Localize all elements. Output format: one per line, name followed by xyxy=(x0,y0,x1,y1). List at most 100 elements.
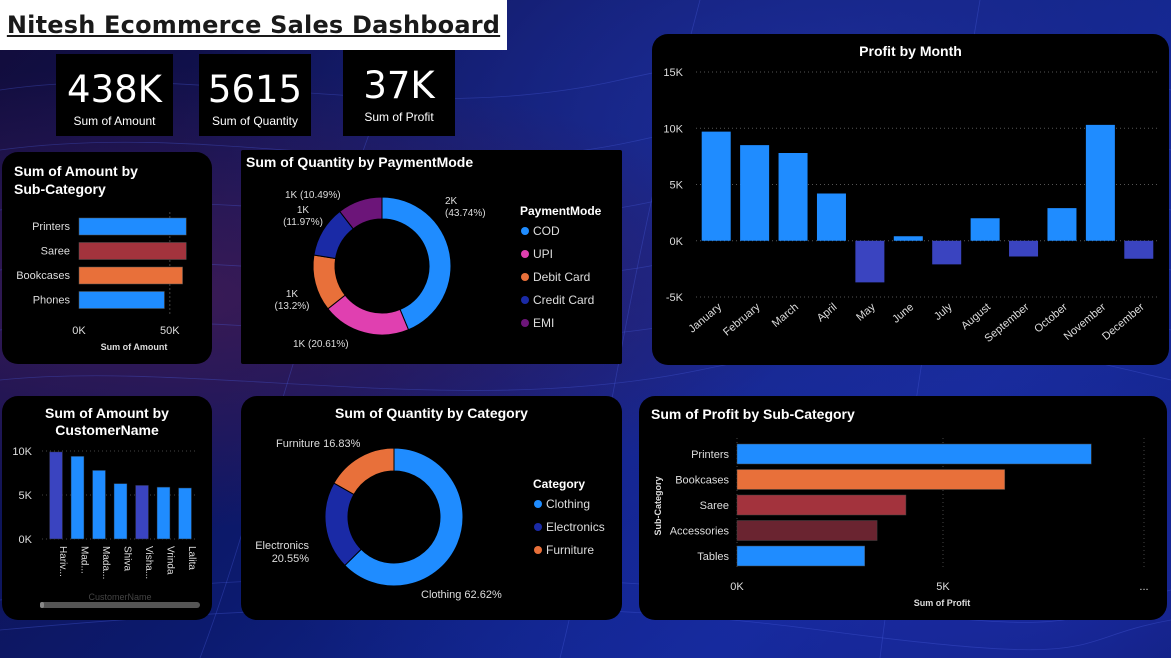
bar xyxy=(736,545,865,567)
kpi-card-amount[interactable]: 438K Sum of Amount xyxy=(56,54,173,136)
kpi-value: 5615 xyxy=(207,68,303,111)
kpi-card-profit[interactable]: 37K Sum of Profit xyxy=(343,50,455,136)
tick-label: 0K xyxy=(670,236,684,248)
legend-label: Clothing xyxy=(546,497,590,511)
legend-marker xyxy=(521,319,529,327)
chart-svg: Clothing 62.62% Electronics 20.55% Furnitur… xyxy=(255,438,605,601)
chart-svg: 2K (43.74%) 1K (20.61%) 1K (13.2%) 1K (11.97%)… xyxy=(274,190,602,350)
category-label: Bookcases xyxy=(675,475,729,487)
tick-label: Lalita xyxy=(186,546,197,570)
data-label: 1K (20.61%) xyxy=(293,339,349,350)
tick-label: -5K xyxy=(666,292,684,304)
tick-label: 0K xyxy=(72,325,86,337)
legend-marker xyxy=(534,523,542,531)
tick-label: December xyxy=(1100,301,1147,343)
legend-label: UPI xyxy=(533,247,553,261)
tick-label: Hariv... xyxy=(57,546,68,577)
chart-svg: 0K 5K 10K Hariv... Mad... Mada... Shiva Visha..… xyxy=(12,446,200,608)
kpi-card-quantity[interactable]: 5615 Sum of Quantity xyxy=(199,54,311,136)
bar xyxy=(932,240,962,265)
kpi-label: Sum of Profit xyxy=(364,110,434,124)
bar xyxy=(1085,124,1115,241)
axis-title: CustomerName xyxy=(88,592,151,602)
profit-by-subcategory-panel[interactable]: Sum of Profit by Sub-Category Printers Bo… xyxy=(639,396,1167,620)
legend-label: EMI xyxy=(533,316,554,330)
bar xyxy=(113,483,128,540)
bar xyxy=(736,443,1092,465)
chart-svg: Printers Bookcases Saree Accessories Tables 0… xyxy=(653,438,1149,608)
bar xyxy=(78,266,183,285)
data-label: 1K (13.2%) xyxy=(274,289,309,312)
chart-svg: -5K 0K 5K 10K 15K JanuaryFebruary March April Ma… xyxy=(663,67,1157,345)
tick-label: Vrinda xyxy=(165,546,176,575)
data-label: 2K (43.74%) xyxy=(445,196,486,219)
legend-marker xyxy=(521,296,529,304)
tick-label: August xyxy=(959,301,993,332)
scrollbar xyxy=(40,602,200,608)
pie-slice xyxy=(324,482,362,567)
legend-marker xyxy=(521,227,529,235)
axis-title: Sub-Category xyxy=(653,476,663,535)
legend-label: Debit Card xyxy=(533,270,590,284)
data-label: Clothing 62.62% xyxy=(421,589,502,601)
category-label: Printers xyxy=(32,221,70,233)
bar xyxy=(816,193,846,241)
bar xyxy=(92,470,106,540)
data-label: Electronics 20.55% xyxy=(255,540,309,565)
bar xyxy=(855,240,885,283)
bar xyxy=(1124,240,1154,259)
tick-label: 15K xyxy=(663,67,683,79)
bar xyxy=(736,494,907,516)
kpi-label: Sum of Quantity xyxy=(211,114,299,128)
bar xyxy=(893,236,923,241)
legend-marker xyxy=(521,250,529,258)
bar xyxy=(78,217,187,236)
pie-slice xyxy=(333,447,395,496)
profit-by-month-panel[interactable]: Profit by Month -5K 0K 5K 10K 15K January Febr… xyxy=(652,34,1169,365)
legend-label: COD xyxy=(533,224,560,238)
tick-label: 5K xyxy=(19,490,33,502)
bar xyxy=(970,218,1000,241)
data-label: Furniture 16.83% xyxy=(276,438,361,450)
tick-label: 5K xyxy=(936,581,950,593)
data-label: 1K (10.49%) xyxy=(285,190,341,201)
bar xyxy=(778,153,808,241)
kpi-value: 37K xyxy=(363,64,435,107)
bar xyxy=(78,291,165,309)
category-label: Phones xyxy=(33,295,71,307)
legend-label: Electronics xyxy=(546,520,605,534)
legend-marker xyxy=(534,546,542,554)
bar xyxy=(736,520,878,541)
pie-slice xyxy=(327,294,410,336)
bar xyxy=(736,469,1006,490)
bar xyxy=(78,242,187,260)
legend-marker xyxy=(521,273,529,281)
legend-marker xyxy=(534,500,542,508)
pie-slice xyxy=(381,196,452,331)
amount-by-customer-panel[interactable]: Sum of Amount by CustomerName 0K 5K 10K Har… xyxy=(2,396,212,620)
quantity-by-category-panel[interactable]: Sum of Quantity by Category Clothing 62.… xyxy=(241,396,622,620)
bar xyxy=(1047,208,1077,241)
tick-label: ... xyxy=(1139,581,1148,593)
legend-title: PaymentMode xyxy=(520,204,602,218)
kpi-label: Sum of Amount xyxy=(73,114,156,128)
axis-title: Sum of Profit xyxy=(914,598,971,608)
quantity-by-paymentmode-panel[interactable]: Sum of Quantity by PaymentMode 2K (43.74%… xyxy=(241,150,622,364)
legend-label: Furniture xyxy=(546,543,594,557)
chart-svg: Printers Saree Bookcases Phones 0K 50K Sum of … xyxy=(16,212,187,352)
amount-by-subcategory-panel[interactable]: Sum of Amount by Sub-Category Printers Sa… xyxy=(2,152,212,364)
kpi-value: 438K xyxy=(67,68,162,111)
tick-label: Visha... xyxy=(143,546,154,579)
tick-label: 0K xyxy=(730,581,744,593)
bar xyxy=(178,487,192,540)
bar xyxy=(1009,240,1039,257)
dashboard-title: Nitesh Ecommerce Sales Dashboard xyxy=(6,11,501,39)
tick-label: Mad... xyxy=(79,546,90,574)
dashboard-title-banner: Nitesh Ecommerce Sales Dashboard xyxy=(0,0,507,50)
legend-title: Category xyxy=(533,477,585,491)
tick-label: January xyxy=(686,301,724,336)
category-label: Saree xyxy=(700,500,729,512)
tick-label: 10K xyxy=(663,123,683,135)
tick-label: June xyxy=(890,301,916,326)
category-label: Tables xyxy=(697,551,729,563)
